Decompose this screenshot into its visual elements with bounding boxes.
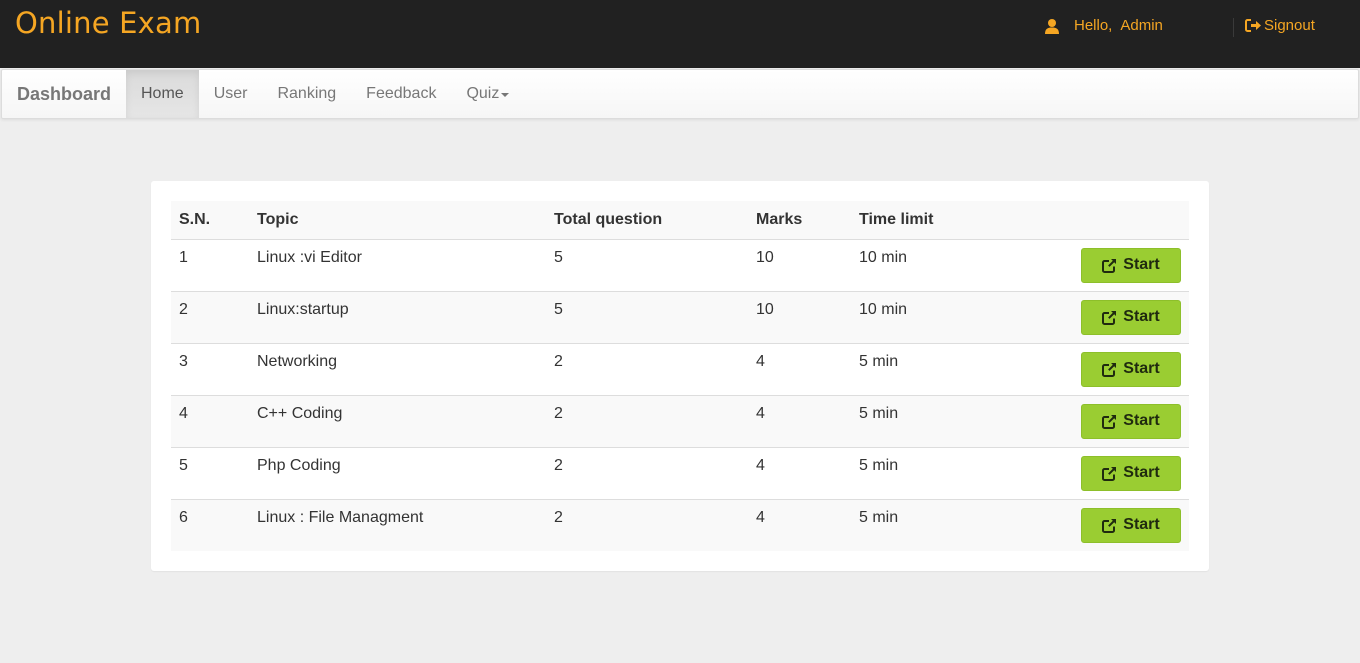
main-navbar: Dashboard Home User Ranking Feedback Qui… — [1, 69, 1359, 119]
cell-action: Start — [1051, 239, 1189, 291]
top-header: Online Exam Hello, Admin Signout — [0, 0, 1360, 68]
start-button-label: Start — [1123, 308, 1160, 325]
start-quiz-button[interactable]: Start — [1081, 351, 1181, 387]
external-link-icon — [1102, 362, 1117, 377]
nav-item-feedback[interactable]: Feedback — [351, 70, 451, 118]
cell-total-question: 2 — [546, 498, 748, 551]
cell-action: Start — [1051, 290, 1189, 343]
cell-sn: 6 — [171, 498, 249, 551]
cell-topic: C++ Coding — [249, 394, 546, 447]
cell-action: Start — [1051, 498, 1189, 551]
app-logo: Online Exam — [15, 6, 202, 40]
user-icon — [1045, 18, 1059, 34]
external-link-icon — [1102, 310, 1117, 325]
cell-marks: 10 — [756, 248, 774, 266]
cell-topic: Linux : File Managment — [249, 498, 546, 551]
cell-total-question: 2 — [546, 394, 748, 447]
start-button-label: Start — [1123, 256, 1160, 273]
cell-time-limit: 10 min — [859, 248, 908, 266]
caret-down-icon — [501, 93, 510, 97]
column-header-topic: Topic — [249, 201, 546, 240]
nav-item-quiz[interactable]: Quiz — [451, 70, 524, 118]
cell-topic: Linux:startup — [249, 290, 546, 343]
start-quiz-button[interactable]: Start — [1081, 299, 1181, 335]
start-button-label: Start — [1123, 412, 1160, 429]
nav-item-home[interactable]: Home — [126, 70, 199, 118]
cell-total-question: 5 — [546, 290, 748, 343]
column-header-sn: S.N. — [171, 201, 249, 240]
cell-marks: 10 — [748, 290, 851, 343]
signout-icon — [1245, 19, 1261, 32]
start-quiz-button[interactable]: Start — [1081, 455, 1181, 491]
nav-item-ranking[interactable]: Ranking — [262, 70, 351, 118]
cell-total-question: 2 — [546, 342, 748, 395]
cell-time-limit: 5 min — [851, 342, 1051, 395]
table-row: 2 Linux:startup 5 10 10 min Start — [171, 290, 1189, 343]
cell-sn: 2 — [171, 290, 249, 343]
external-link-icon — [1102, 466, 1117, 481]
cell-sn: 1 — [179, 248, 188, 266]
cell-topic: Networking — [249, 342, 546, 395]
signout-label: Signout — [1264, 17, 1315, 34]
user-greeting: Hello, Admin — [1044, 17, 1163, 34]
cell-marks: 4 — [748, 394, 851, 447]
cell-action: Start — [1051, 446, 1189, 499]
cell-marks: 4 — [748, 446, 851, 499]
cell-total-question: 5 — [554, 248, 563, 266]
username: Admin — [1120, 17, 1163, 34]
signout-link[interactable]: Signout — [1245, 17, 1315, 34]
quiz-panel: S.N. Topic Total question Marks Time lim… — [151, 181, 1209, 571]
nav-item-user[interactable]: User — [199, 70, 263, 118]
cell-time-limit: 5 min — [851, 394, 1051, 447]
cell-sn: 4 — [171, 394, 249, 447]
header-divider — [1233, 18, 1234, 37]
table-row: 4 C++ Coding 2 4 5 min Start — [171, 394, 1189, 447]
cell-time-limit: 10 min — [851, 290, 1051, 343]
table-row: 6 Linux : File Managment 2 4 5 min Start — [171, 498, 1189, 551]
cell-sn: 5 — [171, 446, 249, 499]
table-header-row: S.N. Topic Total question Marks Time lim… — [171, 201, 1189, 240]
start-button-label: Start — [1123, 360, 1160, 377]
cell-action: Start — [1051, 394, 1189, 447]
table-row: 1 Linux :vi Editor 5 10 10 min Start — [171, 239, 1189, 291]
start-quiz-button[interactable]: Start — [1081, 507, 1181, 543]
cell-topic: Php Coding — [249, 446, 546, 499]
column-header-action — [1051, 201, 1189, 240]
external-link-icon — [1102, 414, 1117, 429]
nav-item-quiz-label: Quiz — [466, 85, 500, 102]
greeting-text: Hello, — [1074, 17, 1113, 34]
table-row: 5 Php Coding 2 4 5 min Start — [171, 446, 1189, 499]
cell-marks: 4 — [748, 498, 851, 551]
start-button-label: Start — [1123, 516, 1160, 533]
quiz-table: S.N. Topic Total question Marks Time lim… — [171, 201, 1189, 551]
cell-total-question: 2 — [546, 446, 748, 499]
cell-time-limit: 5 min — [851, 446, 1051, 499]
nav-brand[interactable]: Dashboard — [2, 70, 126, 118]
cell-marks: 4 — [748, 342, 851, 395]
external-link-icon — [1102, 518, 1117, 533]
start-quiz-button[interactable]: Start — [1081, 247, 1181, 283]
cell-topic: Linux :vi Editor — [257, 248, 362, 266]
column-header-total-question: Total question — [546, 201, 748, 240]
table-row: 3 Networking 2 4 5 min Start — [171, 342, 1189, 395]
start-button-label: Start — [1123, 464, 1160, 481]
cell-sn: 3 — [171, 342, 249, 395]
column-header-time-limit: Time limit — [851, 201, 1051, 240]
external-link-icon — [1102, 258, 1117, 273]
cell-action: Start — [1051, 342, 1189, 395]
start-quiz-button[interactable]: Start — [1081, 403, 1181, 439]
cell-time-limit: 5 min — [851, 498, 1051, 551]
column-header-marks: Marks — [748, 201, 851, 240]
